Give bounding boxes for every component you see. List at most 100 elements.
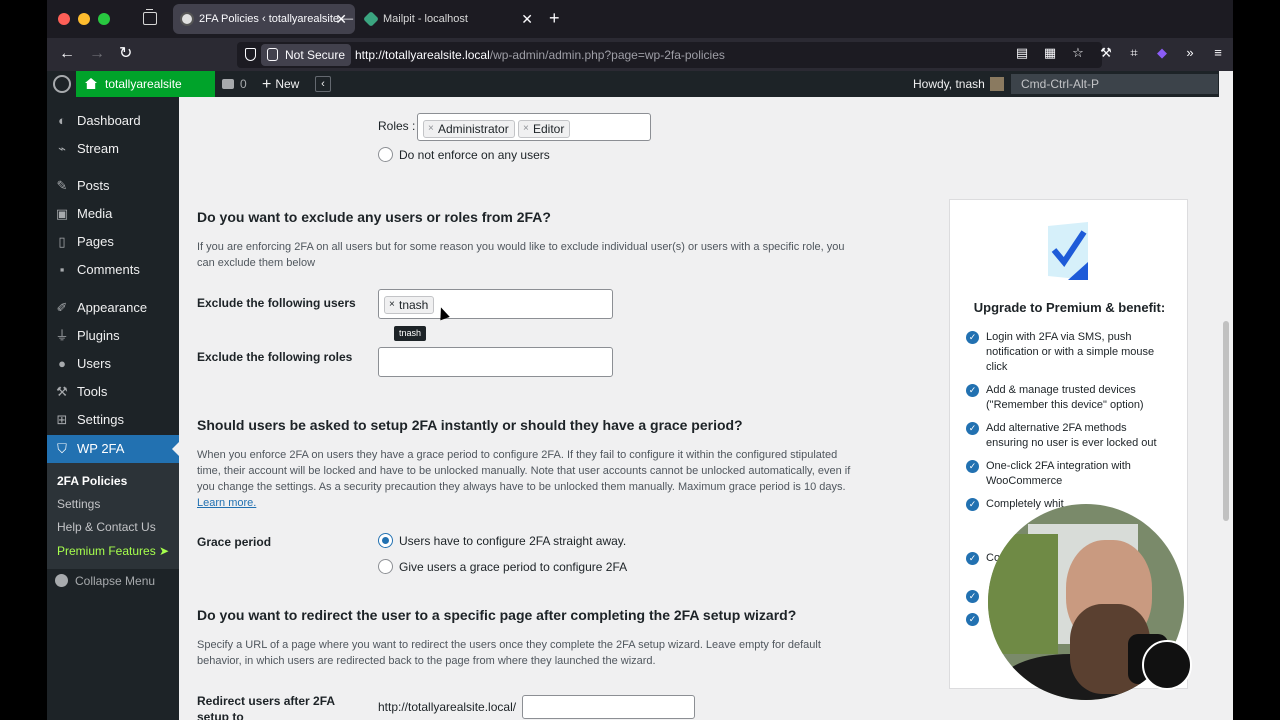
chip-label: Editor: [533, 122, 565, 136]
url-path: /wp-admin/admin.php?page=wp-2fa-policies: [489, 48, 725, 62]
exclude-roles-label: Exclude the following roles: [197, 350, 353, 364]
back-icon[interactable]: ←: [59, 44, 75, 64]
tab-bar: 2FA Policies ‹ totallyarealsite — ✕ Mail…: [47, 0, 1233, 38]
exclude-users-select[interactable]: × tnash: [378, 289, 613, 319]
sidebar-item-label: Stream: [77, 141, 119, 156]
help-badge-icon[interactable]: [1142, 640, 1192, 690]
sidebar-item-label: Users: [77, 356, 111, 371]
redirect-description: Specify a URL of a page where you want t…: [197, 639, 821, 667]
submenu-2fa-policies[interactable]: 2FA Policies: [57, 473, 127, 489]
sidebar-item-tools[interactable]: ⚒ Tools: [47, 378, 179, 406]
sidebar-item-plugins[interactable]: ⏚ Plugins: [47, 322, 179, 350]
sidebar-item-media[interactable]: ▣ Media: [47, 200, 179, 228]
redirect-url-input[interactable]: [522, 695, 695, 719]
comments-link[interactable]: 0: [222, 71, 247, 97]
grace-instant-radio[interactable]: [378, 533, 393, 548]
close-window-button[interactable]: [58, 13, 70, 25]
overflow-chevrons-icon[interactable]: »: [1183, 46, 1197, 60]
check-icon: ✓: [966, 590, 979, 603]
tab-mailpit[interactable]: Mailpit - localhost ✕: [357, 4, 541, 34]
upgrade-title: Upgrade to Premium & benefit:: [973, 300, 1166, 315]
role-chip-editor[interactable]: × Editor: [518, 120, 571, 138]
exclude-roles-select[interactable]: [378, 347, 613, 377]
sidebar-item-label: Appearance: [77, 300, 148, 315]
no-enforce-label: Do not enforce on any users: [399, 148, 550, 162]
page-scrollbar[interactable]: [1219, 97, 1233, 720]
dashboard-icon: ◐: [58, 113, 66, 128]
check-icon: ✓: [966, 422, 979, 435]
feature-item: ✓ One-click 2FA integration with WooComme…: [966, 459, 1171, 489]
reader-view-icon[interactable]: ▤: [1015, 46, 1029, 60]
grace-period-radio[interactable]: [378, 559, 393, 574]
collapse-menu-label: Collapse Menu: [75, 574, 156, 588]
menu-hamburger-icon[interactable]: ≡: [1211, 46, 1225, 60]
sidebar-item-appearance[interactable]: ✐ Appearance: [47, 294, 179, 322]
submenu-settings[interactable]: Settings: [57, 496, 100, 512]
url-text[interactable]: http://totallyarealsite.local/wp-admin/a…: [355, 42, 725, 68]
sidebar-item-stream[interactable]: ⌁ Stream: [47, 135, 179, 163]
url-bar[interactable]: Not Secure http://totallyarealsite.local…: [237, 42, 1102, 68]
tab-list-icon[interactable]: [143, 9, 157, 25]
minimize-window-button[interactable]: [78, 13, 90, 25]
bookmark-star-icon[interactable]: ☆: [1071, 46, 1085, 60]
submenu-premium-features[interactable]: Premium Features ➤: [57, 543, 169, 559]
close-tab-icon[interactable]: ✕: [521, 4, 533, 34]
sidebar-item-comments[interactable]: ▪ Comments: [47, 256, 179, 284]
feature-item: ✓ Add alternative 2FA methods ensuring no…: [966, 421, 1171, 451]
tracking-shield-icon[interactable]: [245, 48, 256, 61]
sidebar-item-posts[interactable]: ✎ Posts: [47, 172, 179, 200]
sidebar-item-dashboard[interactable]: ◐ Dashboard: [47, 107, 179, 135]
sidebar-item-label: Settings: [77, 412, 124, 427]
sidebar-item-wp-2fa[interactable]: ⛉ WP 2FA: [47, 435, 179, 463]
check-icon: ✓: [966, 460, 979, 473]
tab-2fa-policies[interactable]: 2FA Policies ‹ totallyarealsite — ✕: [173, 4, 355, 34]
grace-period-label: Grace period: [197, 535, 272, 549]
sidebar-item-settings[interactable]: ⊞ Settings: [47, 406, 179, 434]
settings-icon: ⊞: [56, 412, 68, 427]
no-enforce-radio[interactable]: [378, 147, 393, 162]
remove-chip-icon[interactable]: ×: [428, 121, 434, 137]
crop-icon[interactable]: ⌗: [1127, 46, 1141, 60]
learn-more-link[interactable]: Learn more.: [197, 497, 256, 509]
sidebar-item-label: Posts: [77, 178, 110, 193]
tools-icon[interactable]: ⚒: [1099, 46, 1113, 60]
user-chip-tnash[interactable]: × tnash: [384, 296, 435, 314]
site-name-link[interactable]: totallyarealsite (DEV): [76, 71, 215, 117]
command-palette-input[interactable]: Cmd-Ctrl-Alt-P: [1011, 74, 1218, 94]
close-tab-icon[interactable]: ✕: [335, 4, 347, 34]
grace-period-option-label: Give users a grace period to configure 2…: [399, 560, 628, 574]
new-tab-icon[interactable]: +: [549, 8, 560, 28]
sidebar-item-users[interactable]: ● Users: [47, 350, 179, 378]
sidebar-item-label: Dashboard: [77, 113, 141, 128]
grace-description: When you enforce 2FA on users they have …: [197, 447, 857, 511]
users-icon: ●: [58, 356, 66, 371]
chevron-left-icon[interactable]: ‹: [315, 76, 331, 92]
insecure-lock-icon: [267, 48, 278, 61]
forward-icon[interactable]: →: [89, 44, 105, 64]
admin-sidebar: ◐ Dashboard ⌁ Stream ✎ Posts ▣ Media ▯ Pages …: [47, 97, 179, 720]
extension-icon[interactable]: ◆: [1155, 46, 1169, 60]
roles-select[interactable]: × Administrator × Editor: [417, 113, 651, 141]
howdy-label: Howdy, tnash: [913, 77, 985, 91]
role-chip-administrator[interactable]: × Administrator: [423, 120, 515, 138]
submenu-help-contact[interactable]: Help & Contact Us: [57, 519, 156, 535]
maximize-window-button[interactable]: [98, 13, 110, 25]
feature-item: ✓ Login with 2FA via SMS, push notificati…: [966, 330, 1171, 375]
plus-icon: +: [262, 76, 272, 93]
collapse-menu-button[interactable]: Collapse Menu: [55, 573, 155, 589]
feature-text: Login with 2FA via SMS, push notificatio…: [986, 331, 1155, 373]
remove-chip-icon[interactable]: ×: [389, 297, 395, 313]
reload-icon[interactable]: ↻: [119, 44, 132, 64]
plugin-icon: ⏚: [55, 328, 69, 343]
roles-label: Roles :: [378, 119, 416, 133]
wordpress-logo-icon[interactable]: [53, 75, 71, 93]
chip-label: tnash: [399, 298, 429, 312]
remove-chip-icon[interactable]: ×: [523, 121, 529, 137]
extensions-grid-icon[interactable]: ▦: [1043, 46, 1057, 60]
redirect-heading: Do you want to redirect the user to a sp…: [197, 607, 797, 623]
account-menu[interactable]: Howdy, tnash: [913, 71, 1004, 97]
new-content-link[interactable]: + New: [262, 71, 299, 98]
scrollbar-thumb[interactable]: [1223, 321, 1229, 521]
not-secure-badge[interactable]: Not Secure: [261, 44, 352, 66]
sidebar-item-pages[interactable]: ▯ Pages: [47, 228, 179, 256]
